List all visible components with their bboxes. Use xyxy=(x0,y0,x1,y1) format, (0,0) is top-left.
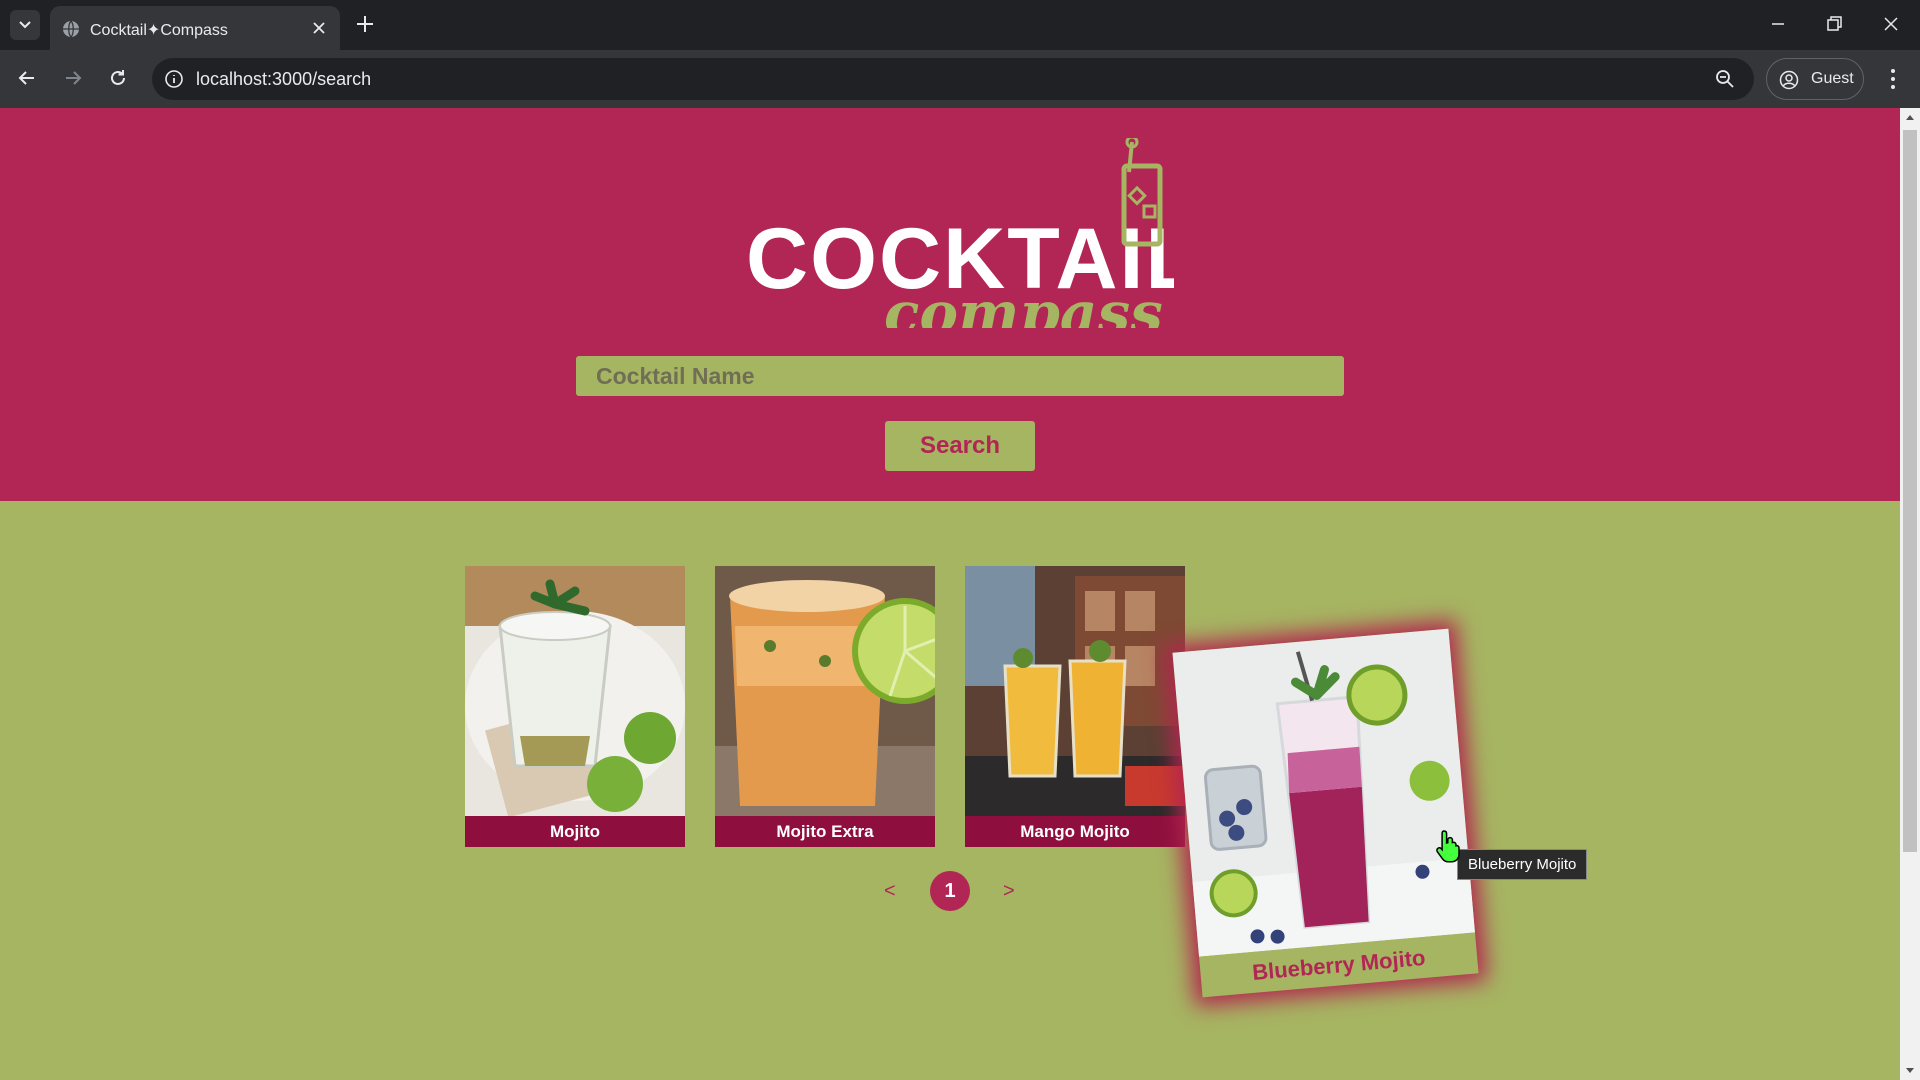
cocktail-card-mango-mojito[interactable]: Mango Mojito xyxy=(965,566,1185,847)
close-icon[interactable] xyxy=(310,19,328,37)
browser-tab-bar: Cocktail✦Compass xyxy=(0,0,1920,50)
pagination-page-current[interactable]: 1 xyxy=(930,871,970,911)
minimize-icon[interactable] xyxy=(1766,12,1790,36)
page-scrollbar[interactable] xyxy=(1900,108,1920,1080)
svg-text:compass: compass xyxy=(884,279,1163,328)
restore-icon[interactable] xyxy=(1822,12,1846,36)
profile-label: Guest xyxy=(1811,70,1854,87)
cocktail-photo xyxy=(965,566,1185,816)
cocktail-photo xyxy=(715,566,935,816)
cocktail-name: Mango Mojito xyxy=(965,816,1185,847)
scrollbar-thumb[interactable] xyxy=(1903,130,1917,852)
globe-icon xyxy=(63,20,79,38)
cocktail-card-mojito[interactable]: Mojito xyxy=(465,566,685,847)
pagination-next[interactable]: > xyxy=(1003,880,1015,903)
cocktail-card-blueberry-mojito[interactable]: Blueberry Mojito xyxy=(1172,628,1479,998)
reload-icon[interactable] xyxy=(105,65,131,91)
address-bar[interactable]: localhost:3000/search xyxy=(152,58,1754,100)
kebab-menu-icon[interactable] xyxy=(1880,65,1906,93)
cocktail-photo xyxy=(465,566,685,816)
pagination-prev[interactable]: < xyxy=(884,880,896,903)
forward-arrow-icon[interactable] xyxy=(60,65,86,91)
site-info-icon[interactable] xyxy=(164,69,184,89)
results-section: Mojito Mojito Extra Mango Mojito Blueber… xyxy=(0,501,1900,1080)
cocktail-photo xyxy=(1172,628,1475,957)
profile-button[interactable]: Guest xyxy=(1766,58,1864,100)
hover-tooltip: Blueberry Mojito xyxy=(1457,849,1588,880)
scroll-up-arrow-icon[interactable] xyxy=(1904,112,1916,124)
hand-pointer-cursor-icon xyxy=(1436,830,1460,863)
cocktail-name: Mojito xyxy=(465,816,685,847)
new-tab-plus-icon[interactable] xyxy=(354,13,376,35)
scroll-down-arrow-icon[interactable] xyxy=(1904,1064,1916,1076)
profile-icon xyxy=(1779,70,1799,90)
window-close-icon[interactable] xyxy=(1879,12,1903,36)
browser-tab[interactable]: Cocktail✦Compass xyxy=(50,6,340,50)
search-button[interactable]: Search xyxy=(885,421,1035,471)
chevron-down-icon xyxy=(19,21,31,29)
cocktail-name-input[interactable] xyxy=(576,356,1344,396)
zoom-icon[interactable] xyxy=(1714,68,1736,90)
header-section: COCKTAIL compass Search xyxy=(0,108,1900,501)
cocktail-card-mojito-extra[interactable]: Mojito Extra xyxy=(715,566,935,847)
url-text[interactable]: localhost:3000/search xyxy=(196,69,371,90)
cocktail-compass-logo: COCKTAIL compass xyxy=(746,138,1174,328)
cocktail-name: Mojito Extra xyxy=(715,816,935,847)
tab-search-button[interactable] xyxy=(10,10,40,40)
tab-title: Cocktail✦Compass xyxy=(90,22,228,39)
browser-toolbar: localhost:3000/search Guest xyxy=(0,50,1920,108)
page-viewport: COCKTAIL compass Search xyxy=(0,108,1900,1080)
back-arrow-icon[interactable] xyxy=(14,65,40,91)
